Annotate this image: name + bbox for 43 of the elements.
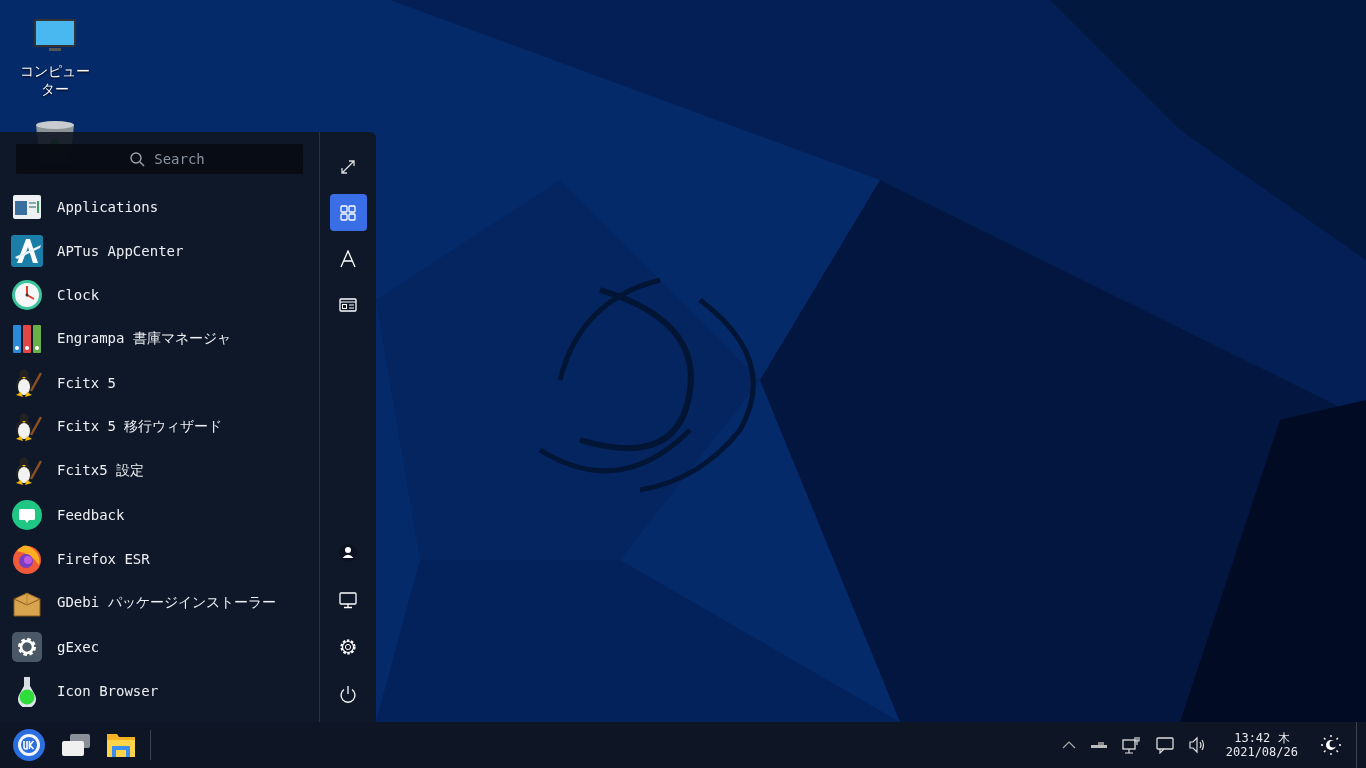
start-menu-icon [12,728,46,762]
app-icon [11,631,43,663]
app-item[interactable]: Clock [0,273,319,317]
monitor-icon [33,18,77,54]
app-item[interactable]: APTus AppCenter [0,229,319,273]
expand-icon [339,157,357,176]
user-icon [339,543,357,562]
app-item[interactable]: Feedback [0,493,319,537]
settings-icon [339,637,357,656]
speaker-icon [1187,736,1206,754]
app-item[interactable]: Icon Browser [0,669,319,713]
app-icon [11,279,43,311]
app-icon [11,499,43,531]
app-icon [11,323,43,355]
search-field[interactable]: Search [16,144,303,174]
app-icon [11,543,43,575]
monitor-icon [339,590,357,609]
letter-icon [339,249,357,268]
network-icon [1121,735,1142,755]
app-item[interactable]: Fcitx 5 移行ウィザード [0,405,319,449]
keyboard-icon [1089,740,1108,750]
app-icon [11,235,43,267]
windows-icon [60,732,92,758]
clock-date: 2021/08/26 [1225,745,1298,759]
theme-icon [1320,734,1342,756]
grid-icon [339,203,357,222]
power-icon [339,684,357,703]
app-item[interactable]: gExec [0,625,319,669]
clock-time: 13:42 木 [1234,731,1290,745]
clock[interactable]: 13:42 木 2021/08/26 [1225,731,1298,759]
chevron-up-icon [1061,740,1076,750]
desktop-icon-label[interactable]: コンピューター [15,62,95,98]
search-icon [129,151,145,167]
app-item[interactable]: Applications [0,185,319,229]
folder-icon [106,731,136,759]
all-apps-button[interactable] [329,194,367,231]
message-icon [1155,736,1174,754]
app-item[interactable]: Fcitx5 設定 [0,449,319,493]
app-item[interactable]: Fcitx 5 [0,361,319,405]
list-card-icon [339,295,357,314]
app-item[interactable]: Firefox ESR [0,537,319,581]
app-item[interactable]: Engrampa 書庫マネージャ [0,317,319,361]
app-item[interactable]: GDebi パッケージインストーラー [0,581,319,625]
